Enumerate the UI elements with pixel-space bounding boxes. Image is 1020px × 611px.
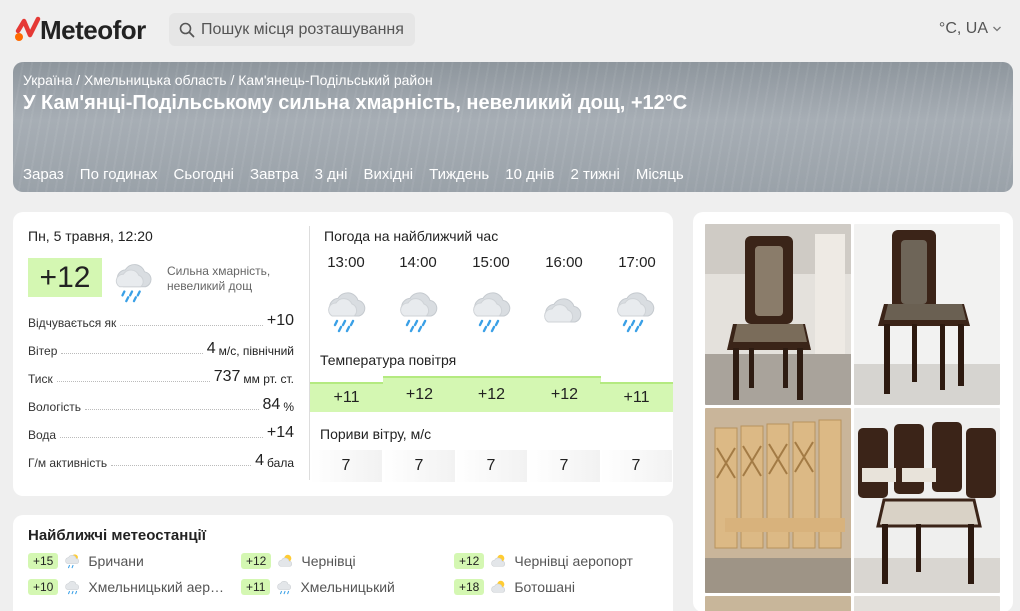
air-temperature-title: Температура повітря [320, 352, 457, 368]
tab-today[interactable]: Сьогодні [174, 166, 235, 183]
station-item[interactable]: +11 Хмельницький [241, 578, 441, 596]
breadcrumb-district[interactable]: Кам'янець-Подільський район [238, 72, 432, 88]
cloud-rain-icon [276, 579, 294, 595]
hour-label: 13:00 [327, 254, 365, 271]
param-humidity: Вологість 84% [28, 396, 294, 414]
hourly-times: 13:00 14:00 15:00 16:00 17:00 [310, 254, 673, 274]
chevron-down-icon [993, 26, 1001, 32]
units-selector[interactable]: °C, UA [939, 20, 1002, 38]
temp-value: +11 [310, 382, 383, 412]
logo[interactable]: Meteofor [14, 12, 146, 48]
hero-banner: Україна / Хмельницька область / Кам'янец… [13, 62, 1013, 192]
chairs-group-photo[interactable] [705, 408, 851, 593]
current-date: Пн, 5 травня, 12:20 [28, 228, 153, 244]
station-temp: +15 [28, 553, 59, 569]
tab-weekend[interactable]: Вихідні [364, 166, 414, 183]
station-temp: +11 [241, 579, 271, 595]
wind-gusts-row: 7 7 7 7 7 [310, 450, 673, 482]
partly-cloudy-rain-icon [64, 553, 82, 569]
cloud-rain-icon [110, 258, 156, 304]
forecast-tabs: Зараз По годинах Сьогодні Завтра 3 дні В… [23, 166, 684, 183]
station-name: Хмельницький аер… [88, 579, 224, 595]
param-geomagnetic: Г/м активність 4 бала [28, 452, 294, 470]
gust-value: 7 [528, 450, 600, 482]
current-weather-card: Пн, 5 травня, 12:20 +12 Сильна хмарність… [13, 212, 673, 496]
station-name: Чернівці [301, 553, 356, 569]
cloud-rain-icon [611, 286, 659, 334]
tab-tomorrow[interactable]: Завтра [250, 166, 299, 183]
temp-value: +12 [383, 376, 456, 412]
tab-month[interactable]: Місяць [636, 166, 684, 183]
tab-hourly[interactable]: По годинах [80, 166, 158, 183]
temperature-chart: +11 +12 +12 +12 +11 [310, 376, 673, 412]
station-name: Ботошані [514, 579, 575, 595]
station-item[interactable]: +18 Ботошані [454, 578, 654, 596]
logo-mark-icon [15, 16, 41, 41]
station-temp: +18 [454, 579, 485, 595]
cloud-rain-icon [394, 286, 442, 334]
stations-title: Найближчі метеостанції [28, 527, 206, 544]
station-name: Бричани [88, 553, 144, 569]
chair-photo[interactable] [854, 224, 1000, 405]
wind-gusts-title: Пориви вітру, м/с [320, 426, 432, 442]
param-wind: Вітер 4 м/с, північний [28, 340, 294, 358]
hourly-title[interactable]: Погода на найближчий час [324, 228, 498, 244]
cloud-rain-icon [64, 579, 82, 595]
station-name: Хмельницький [300, 579, 395, 595]
station-name: Чернівці аеропорт [514, 553, 633, 569]
search-icon [179, 22, 195, 37]
station-temp: +10 [28, 579, 59, 595]
top-bar: Meteofor °C, UA [0, 0, 1020, 60]
ad-photo[interactable] [854, 596, 1000, 611]
hour-label: 15:00 [472, 254, 510, 271]
nearby-stations-card: Найближчі метеостанції +15 Бричани +12 Ч… [13, 515, 673, 611]
temp-value: +12 [455, 376, 528, 412]
temp-value: +12 [528, 376, 601, 412]
temp-value: +11 [600, 382, 673, 412]
current-description: Сильна хмарність, невеликий дощ [167, 264, 271, 293]
tab-week[interactable]: Тиждень [429, 166, 489, 183]
breadcrumb: Україна / Хмельницька область / Кам'янец… [23, 72, 433, 88]
cloud-rain-icon [467, 286, 515, 334]
cloud-rain-icon [322, 286, 370, 334]
logo-text: Meteofor [40, 14, 146, 45]
hour-label: 16:00 [545, 254, 583, 271]
station-item[interactable]: +15 Бричани [28, 552, 228, 570]
param-water: Вода +14 [28, 424, 294, 442]
hour-label: 14:00 [399, 254, 437, 271]
tab-2-weeks[interactable]: 2 тижні [570, 166, 619, 183]
station-temp: +12 [241, 553, 272, 569]
gust-value: 7 [310, 450, 382, 482]
search-input[interactable] [201, 20, 411, 39]
chair-photo[interactable] [705, 224, 851, 405]
partly-cloudy-icon [490, 579, 508, 595]
partly-cloudy-icon [277, 553, 295, 569]
cloud-icon [538, 286, 586, 334]
breadcrumb-country[interactable]: Україна [23, 72, 72, 88]
current-temperature: +12 [28, 258, 102, 297]
partly-cloudy-icon [490, 553, 508, 569]
search-box[interactable] [169, 13, 415, 46]
gust-value: 7 [455, 450, 527, 482]
gust-value: 7 [383, 450, 455, 482]
chairs-group-photo[interactable] [854, 408, 1000, 593]
station-item[interactable]: +12 Чернівці аеропорт [454, 552, 654, 570]
station-item[interactable]: +10 Хмельницький аер… [28, 578, 228, 596]
param-pressure: Тиск 737 мм рт. ст. [28, 368, 294, 386]
param-feels-like: Відчувається як +10 [28, 312, 294, 330]
gust-value: 7 [600, 450, 672, 482]
advertisement [693, 212, 1013, 611]
station-item[interactable]: +12 Чернівці [241, 552, 441, 570]
tab-3-days[interactable]: 3 дні [315, 166, 348, 183]
station-temp: +12 [454, 553, 485, 569]
ad-photo[interactable] [705, 596, 851, 611]
breadcrumb-region[interactable]: Хмельницька область [84, 72, 227, 88]
tab-10-days[interactable]: 10 днів [505, 166, 554, 183]
hour-label: 17:00 [618, 254, 656, 271]
units-label: °C, UA [938, 20, 988, 37]
tab-now[interactable]: Зараз [23, 166, 64, 183]
page-title: У Кам'янці-Подільському сильна хмарність… [23, 92, 688, 114]
